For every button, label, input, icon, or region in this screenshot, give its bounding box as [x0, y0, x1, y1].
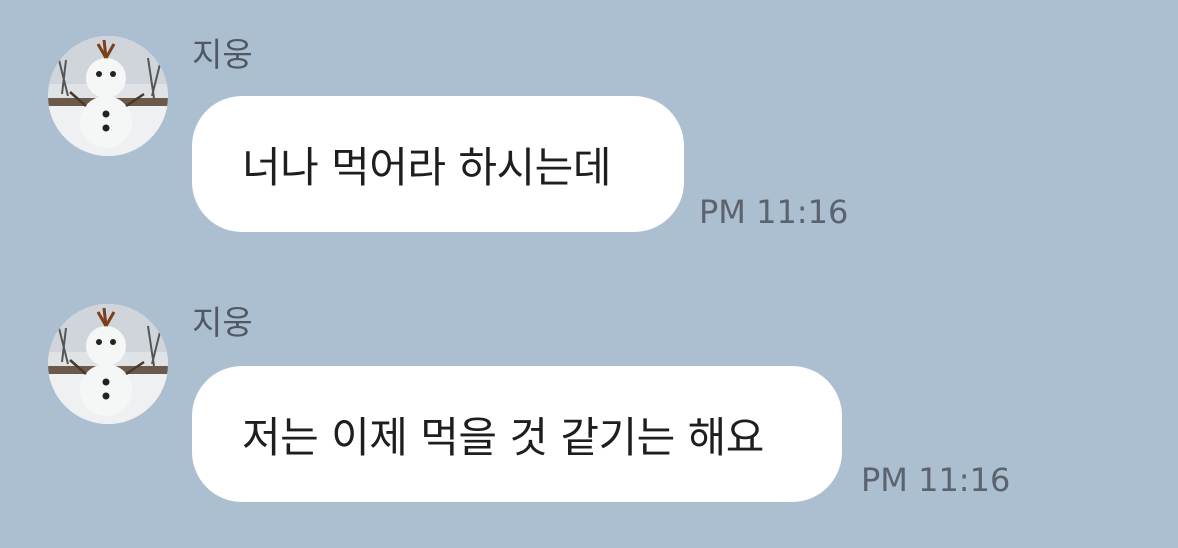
message-time: PM 11:16 [699, 193, 849, 231]
message-bubble[interactable]: 너나 먹어라 하시는데 [192, 96, 684, 232]
snowman-avatar-icon [48, 36, 168, 156]
message-bubble[interactable]: 저는 이제 먹을 것 같기는 해요 [192, 366, 842, 502]
snowman-avatar-icon [48, 304, 168, 424]
avatar[interactable] [48, 36, 168, 156]
sender-name: 지웅 [192, 35, 253, 74]
chat-window: 지웅 너나 먹어라 하시는데 PM 11:16 지웅 저는 이제 먹을 것 같기… [0, 0, 1178, 548]
message-time: PM 11:16 [861, 461, 1011, 499]
avatar[interactable] [48, 304, 168, 424]
sender-name: 지웅 [192, 303, 253, 342]
